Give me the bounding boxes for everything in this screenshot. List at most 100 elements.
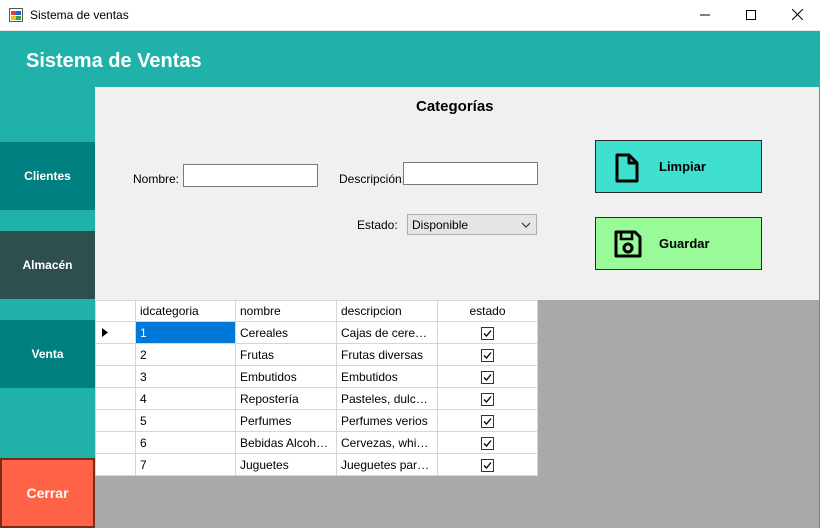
row-header[interactable] <box>95 387 136 410</box>
cell-descripcion[interactable]: Cervezas, whisky... <box>336 431 438 454</box>
estado-checkbox[interactable] <box>481 326 494 340</box>
estado-checkbox[interactable] <box>481 436 494 450</box>
column-header-nombre[interactable]: nombre <box>235 300 337 322</box>
cell-descripcion[interactable]: Jueguetes para n... <box>336 453 438 476</box>
window-title: Sistema de ventas <box>30 8 129 22</box>
column-header-idcategoria[interactable]: idcategoria <box>135 300 236 322</box>
table-row[interactable]: 7 Juguetes Jueguetes para n... <box>95 453 538 476</box>
sidebar: Clientes Almacén Venta Cerrar <box>0 87 95 528</box>
table-row[interactable]: 6 Bebidas Alcoholi... Cervezas, whisky..… <box>95 431 538 454</box>
cell-estado[interactable] <box>437 453 538 476</box>
descripcion-input[interactable] <box>403 162 538 185</box>
cell-idcategoria[interactable]: 7 <box>135 453 236 476</box>
table-row[interactable]: 3 Embutidos Embutidos <box>95 365 538 388</box>
save-floppy-icon <box>614 230 642 261</box>
sidebar-item-label: Venta <box>31 347 64 361</box>
cell-idcategoria[interactable]: 5 <box>135 409 236 432</box>
minimize-button[interactable] <box>682 0 728 31</box>
cell-idcategoria[interactable]: 1 <box>135 321 236 344</box>
page-title: Categorías <box>416 98 494 115</box>
guardar-label: Guardar <box>659 236 710 251</box>
cell-nombre[interactable]: Frutas <box>235 343 337 366</box>
estado-label: Estado: <box>357 218 398 232</box>
new-document-icon <box>614 153 640 186</box>
estado-selected-value: Disponible <box>412 218 469 232</box>
cell-descripcion-text: Embutidos <box>341 369 398 384</box>
cell-nombre-text: Embutidos <box>240 369 297 384</box>
grid-background: idcategoria nombre descripcion estado 1 … <box>95 300 820 528</box>
cell-descripcion[interactable]: Perfumes verios <box>336 409 438 432</box>
cell-idcategoria[interactable]: 3 <box>135 365 236 388</box>
cell-estado[interactable] <box>437 387 538 410</box>
row-header-current[interactable] <box>95 321 136 344</box>
cell-idcategoria[interactable]: 2 <box>135 343 236 366</box>
cerrar-button[interactable]: Cerrar <box>0 458 95 528</box>
cell-estado[interactable] <box>437 321 538 344</box>
cell-descripcion-text: Jueguetes para n... <box>341 457 433 472</box>
cell-nombre[interactable]: Bebidas Alcoholi... <box>235 431 337 454</box>
row-header[interactable] <box>95 365 136 388</box>
estado-checkbox[interactable] <box>481 392 494 406</box>
table-row[interactable]: 4 Repostería Pasteles, dulces, ... <box>95 387 538 410</box>
cell-descripcion-text: Cervezas, whisky... <box>341 435 433 450</box>
cell-descripcion[interactable]: Frutas diversas <box>336 343 438 366</box>
app-title: Sistema de Ventas <box>26 50 202 72</box>
maximize-icon <box>746 9 756 23</box>
cell-nombre[interactable]: Perfumes <box>235 409 337 432</box>
cell-descripcion-text: Cajas de cereales <box>341 325 433 340</box>
cell-nombre[interactable]: Juguetes <box>235 453 337 476</box>
estado-checkbox[interactable] <box>481 348 494 362</box>
row-header[interactable] <box>95 409 136 432</box>
cerrar-label: Cerrar <box>26 485 69 501</box>
cell-descripcion-text: Perfumes verios <box>341 413 428 428</box>
row-header[interactable] <box>95 431 136 454</box>
cell-nombre[interactable]: Embutidos <box>235 365 337 388</box>
cell-estado[interactable] <box>437 409 538 432</box>
cell-nombre[interactable]: Cereales <box>235 321 337 344</box>
maximize-button[interactable] <box>728 0 774 31</box>
sidebar-item-label: Almacén <box>22 258 73 272</box>
limpiar-button[interactable]: Limpiar <box>595 140 762 193</box>
current-row-arrow-icon <box>100 326 108 340</box>
app-form-icon <box>9 8 23 22</box>
cell-nombre-text: Cereales <box>240 325 289 340</box>
cell-nombre-text: Juguetes <box>240 457 289 472</box>
cell-descripcion[interactable]: Embutidos <box>336 365 438 388</box>
cell-descripcion-text: Pasteles, dulces, ... <box>341 391 433 406</box>
app-header: Sistema de Ventas <box>0 31 820 87</box>
cell-descripcion[interactable]: Pasteles, dulces, ... <box>336 387 438 410</box>
estado-checkbox[interactable] <box>481 458 494 472</box>
cell-nombre[interactable]: Repostería <box>235 387 337 410</box>
estado-checkbox[interactable] <box>481 414 494 428</box>
table-row[interactable]: 2 Frutas Frutas diversas <box>95 343 538 366</box>
estado-checkbox[interactable] <box>481 370 494 384</box>
table-row[interactable]: 1 Cereales Cajas de cereales <box>95 321 538 344</box>
cell-nombre-text: Perfumes <box>240 413 292 428</box>
sidebar-item-almacen[interactable]: Almacén <box>0 231 95 299</box>
row-header[interactable] <box>95 343 136 366</box>
sidebar-item-venta[interactable]: Venta <box>0 320 95 388</box>
cell-nombre-text: Frutas <box>240 347 275 362</box>
cell-idcategoria[interactable]: 4 <box>135 387 236 410</box>
close-window-button[interactable] <box>774 0 820 31</box>
cell-estado[interactable] <box>437 343 538 366</box>
limpiar-label: Limpiar <box>659 159 706 174</box>
cell-idcategoria[interactable]: 6 <box>135 431 236 454</box>
cell-nombre-text: Repostería <box>240 391 299 406</box>
column-header-estado[interactable]: estado <box>437 300 538 322</box>
sidebar-item-clientes[interactable]: Clientes <box>0 142 95 210</box>
table-row[interactable]: 5 Perfumes Perfumes verios <box>95 409 538 432</box>
categories-table[interactable]: idcategoria nombre descripcion estado 1 … <box>95 300 538 476</box>
chevron-down-icon <box>521 219 531 233</box>
row-header[interactable] <box>95 453 136 476</box>
nombre-input[interactable] <box>183 164 318 187</box>
column-header-descripcion[interactable]: descripcion <box>336 300 438 322</box>
nombre-label: Nombre: <box>133 172 180 186</box>
row-header-corner[interactable] <box>95 300 136 322</box>
cell-estado[interactable] <box>437 365 538 388</box>
cell-descripcion[interactable]: Cajas de cereales <box>336 321 438 344</box>
guardar-button[interactable]: Guardar <box>595 217 762 270</box>
table-header-row: idcategoria nombre descripcion estado <box>95 300 538 322</box>
estado-select[interactable]: Disponible <box>407 214 537 235</box>
cell-estado[interactable] <box>437 431 538 454</box>
